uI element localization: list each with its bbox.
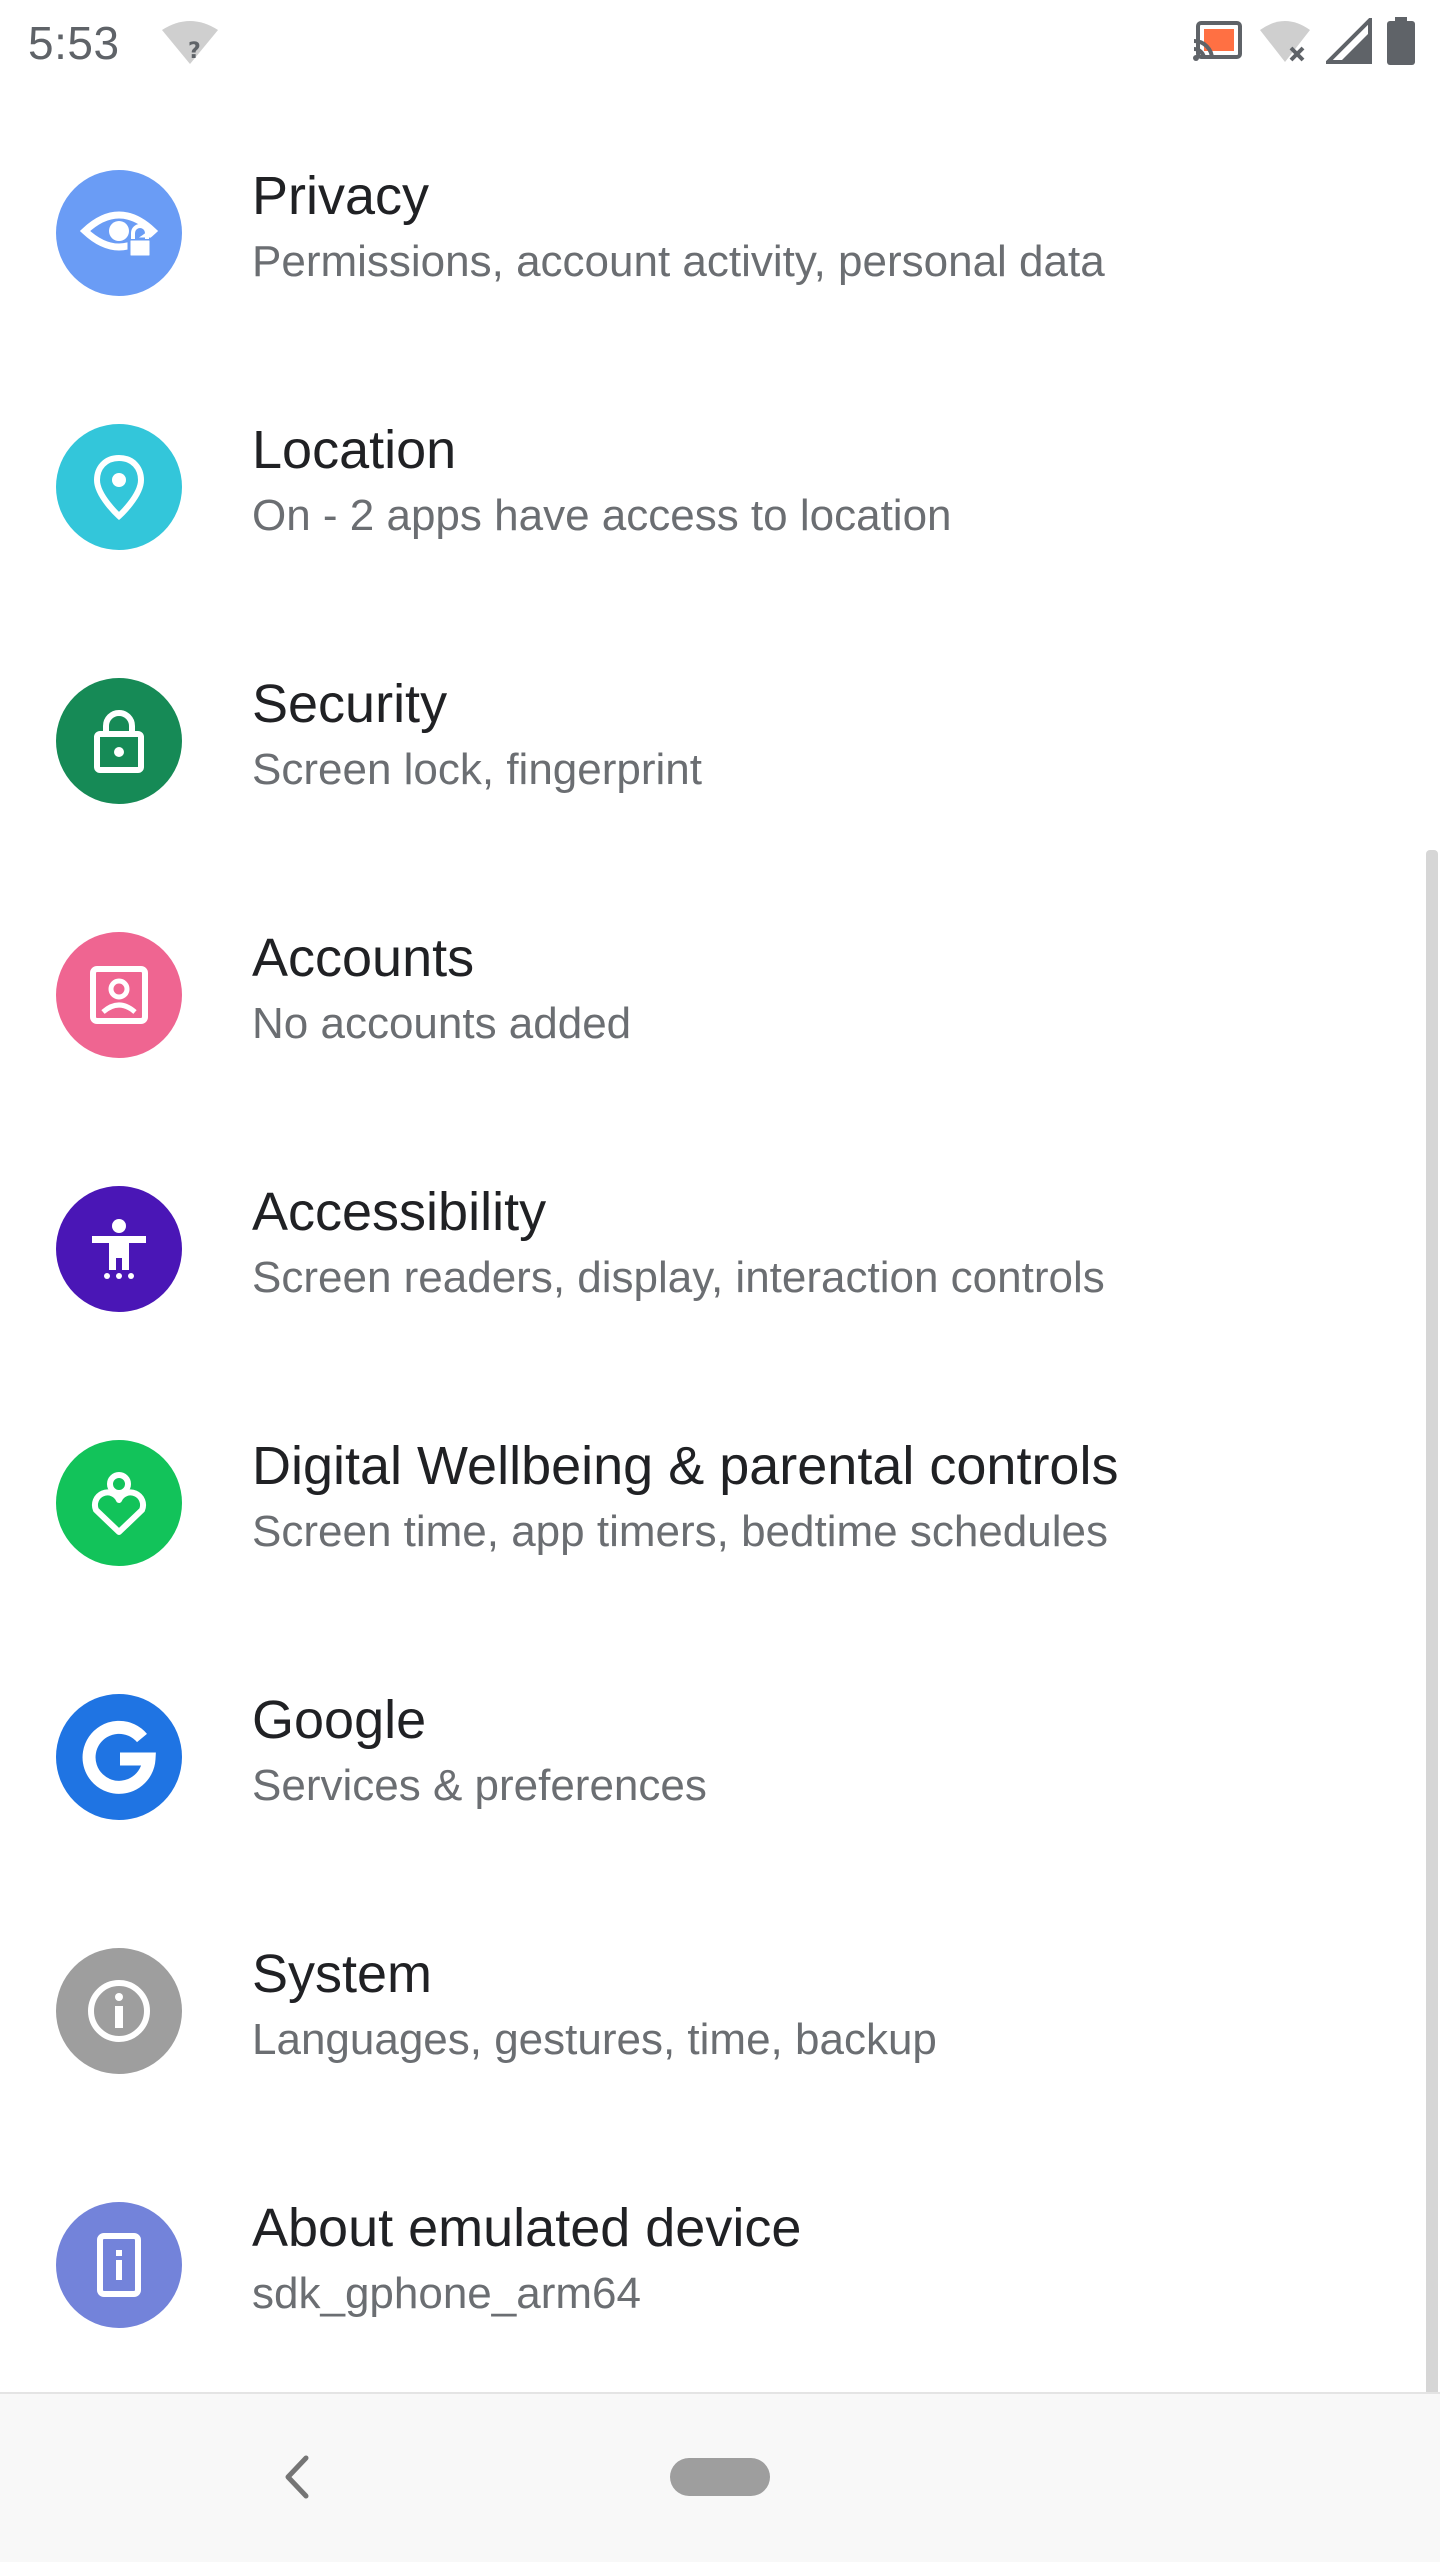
settings-item-title: About emulated device — [252, 2198, 802, 2258]
settings-item-system[interactable]: System Languages, gestures, time, backup — [0, 1864, 1430, 2118]
location-pin-icon — [56, 424, 182, 550]
settings-item-subtitle: sdk_gphone_arm64 — [252, 2269, 641, 2318]
settings-item-subtitle: Screen lock, fingerprint — [252, 745, 702, 794]
settings-item-title: System — [252, 1944, 433, 2004]
status-time: 5:53 — [28, 17, 120, 69]
svg-text:?: ? — [188, 39, 201, 64]
settings-item-title: Accounts — [252, 928, 475, 988]
accessibility-icon — [56, 1186, 182, 1312]
settings-item-title: Privacy — [252, 166, 430, 226]
settings-item-subtitle: Permissions, account activity, personal … — [252, 237, 1105, 286]
settings-item-title: Security — [252, 674, 448, 734]
settings-item-subtitle: Languages, gestures, time, backup — [252, 2015, 937, 2064]
battery-icon — [1386, 16, 1416, 70]
account-box-icon — [56, 932, 182, 1058]
settings-item-about-device[interactable]: About emulated device sdk_gphone_arm64 — [0, 2118, 1430, 2372]
navigation-bar — [0, 2392, 1440, 2562]
wifi-unknown-icon: ? — [160, 18, 220, 68]
settings-item-digital-wellbeing[interactable]: Digital Wellbeing & parental controls Sc… — [0, 1356, 1430, 1610]
settings-item-security[interactable]: Security Screen lock, fingerprint — [0, 594, 1430, 848]
settings-item-google[interactable]: Google Services & preferences — [0, 1610, 1430, 1864]
settings-item-subtitle: Screen readers, display, interaction con… — [252, 1253, 1105, 1302]
settings-item-location[interactable]: Location On - 2 apps have access to loca… — [0, 340, 1430, 594]
settings-list: Privacy Permissions, account activity, p… — [0, 86, 1430, 2372]
cast-icon — [1192, 19, 1244, 68]
settings-item-subtitle: On - 2 apps have access to location — [252, 491, 952, 540]
info-icon — [56, 1948, 182, 2074]
cell-signal-icon — [1323, 14, 1372, 69]
status-icons — [1192, 14, 1416, 70]
settings-item-subtitle: Screen time, app timers, bedtime schedul… — [252, 1507, 1108, 1556]
status-bar: 5:53 ? — [0, 0, 1440, 86]
settings-item-title: Digital Wellbeing & parental controls — [252, 1436, 1119, 1496]
wellbeing-heart-icon — [56, 1440, 182, 1566]
settings-item-privacy[interactable]: Privacy Permissions, account activity, p… — [0, 86, 1430, 340]
device-info-icon — [56, 2202, 182, 2328]
settings-item-accessibility[interactable]: Accessibility Screen readers, display, i… — [0, 1102, 1430, 1356]
settings-item-subtitle: Services & preferences — [252, 1761, 707, 1810]
scrollbar[interactable] — [1426, 850, 1438, 2400]
privacy-eye-icon — [56, 170, 182, 296]
back-icon[interactable] — [272, 2448, 322, 2506]
lock-icon — [56, 678, 182, 804]
home-pill[interactable] — [670, 2458, 770, 2496]
settings-item-title: Google — [252, 1690, 427, 1750]
settings-item-title: Accessibility — [252, 1182, 547, 1242]
settings-item-subtitle: No accounts added — [252, 999, 632, 1048]
google-g-icon — [56, 1694, 182, 1820]
wifi-off-icon — [1258, 18, 1312, 69]
settings-item-accounts[interactable]: Accounts No accounts added — [0, 848, 1430, 1102]
settings-item-title: Location — [252, 420, 457, 480]
